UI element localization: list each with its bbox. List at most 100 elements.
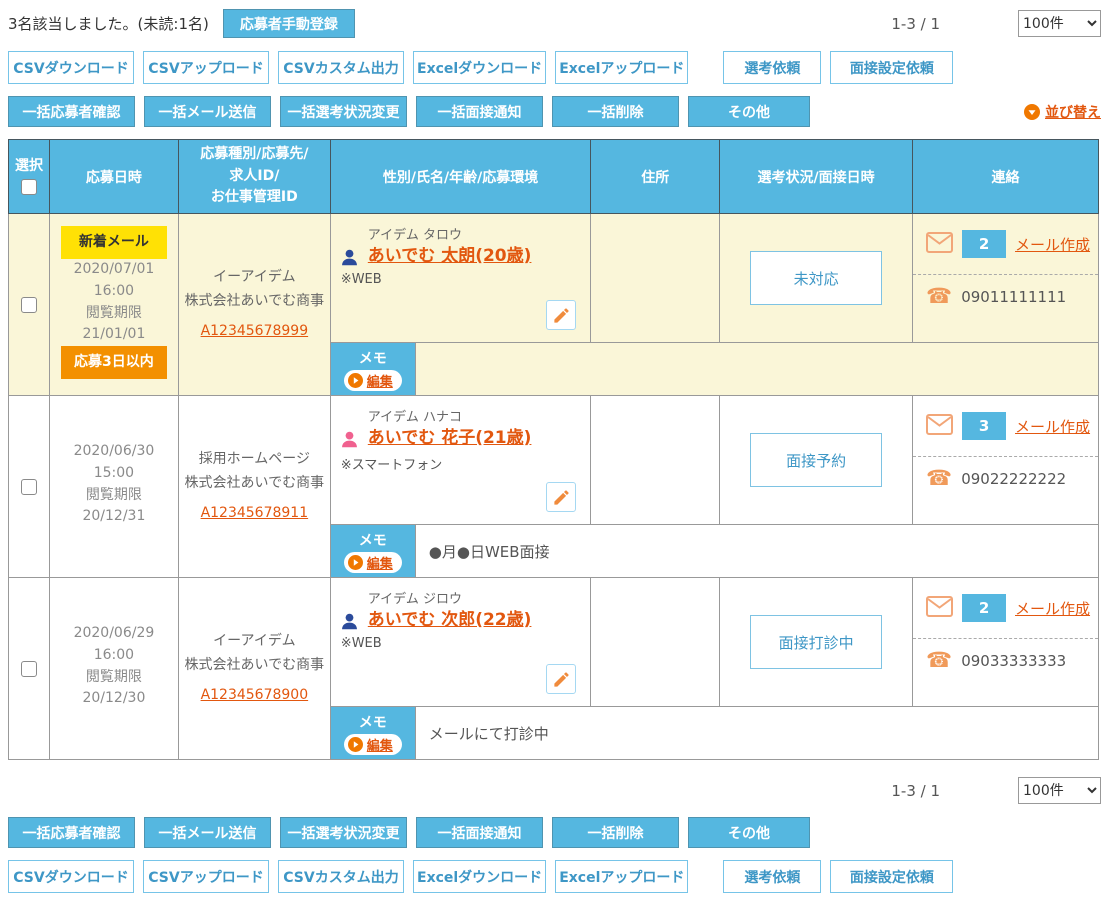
bulk-mail-send-button[interactable]: 一括メール送信 bbox=[144, 96, 271, 127]
edit-pencil-button[interactable] bbox=[546, 482, 576, 512]
per-page-select[interactable]: 100件 bbox=[1018, 10, 1101, 37]
bulk-interview-notice-button[interactable]: 一括面接通知 bbox=[416, 96, 543, 127]
edit-pencil-button[interactable] bbox=[546, 664, 576, 694]
memo-label: メモ bbox=[359, 348, 387, 368]
bulk-button-row-top: 一括応募者確認 一括メール送信 一括選考状況変更 一括面接通知 一括削除 その他… bbox=[8, 96, 1101, 127]
memo-text bbox=[416, 343, 1098, 395]
others-button[interactable]: その他 bbox=[688, 96, 810, 127]
mail-icon bbox=[926, 232, 953, 257]
mail-count-badge[interactable]: 2 bbox=[962, 594, 1006, 622]
job-id-link[interactable]: A12345678900 bbox=[201, 684, 309, 707]
mail-count-badge[interactable]: 3 bbox=[962, 412, 1006, 440]
csv-upload-button-bottom[interactable]: CSVアップロード bbox=[143, 860, 269, 893]
applied-time: 16:00 bbox=[74, 645, 155, 667]
recent-apply-badge: 応募3日以内 bbox=[61, 346, 167, 379]
applicant-name-link[interactable]: あいでむ 花子(21歳) bbox=[368, 428, 532, 448]
job-id-link[interactable]: A12345678911 bbox=[201, 502, 309, 525]
select-all-checkbox[interactable] bbox=[21, 179, 37, 195]
applicant-name-link[interactable]: あいでむ 次郎(22歳) bbox=[368, 610, 532, 630]
memo-edit-button[interactable]: 編集 bbox=[344, 552, 402, 573]
view-limit-label: 閲覧期限 bbox=[74, 667, 155, 689]
apply-type-cell: 採用ホームページ 株式会社あいでむ商事 A12345678911 bbox=[178, 396, 330, 578]
memo-cell: メモ 編集 メールにて打診中 bbox=[330, 707, 1098, 760]
bulk-status-change-button[interactable]: 一括選考状況変更 bbox=[280, 96, 407, 127]
per-page-select-bottom[interactable]: 100件 bbox=[1018, 777, 1101, 804]
view-limit-label: 閲覧期限 bbox=[74, 303, 155, 325]
pencil-icon bbox=[552, 488, 571, 507]
interview-setting-request-button-bottom[interactable]: 面接設定依頼 bbox=[830, 860, 953, 893]
bulk-interview-notice-button-bottom[interactable]: 一括面接通知 bbox=[416, 817, 543, 848]
apply-environment: ※WEB bbox=[341, 272, 581, 287]
memo-edit-button[interactable]: 編集 bbox=[344, 370, 402, 391]
excel-upload-button[interactable]: Excelアップロード bbox=[555, 51, 688, 84]
memo-text: メールにて打診中 bbox=[416, 707, 1098, 759]
apply-date-cell: 2020/06/29 16:00 閲覧期限 20/12/30 bbox=[49, 578, 178, 760]
result-count-text: 3名該当しました。(未読:1名) bbox=[8, 13, 209, 34]
bulk-applicant-confirm-button-bottom[interactable]: 一括応募者確認 bbox=[8, 817, 135, 848]
applicant-name-link[interactable]: あいでむ 太朗(20歳) bbox=[368, 246, 532, 266]
excel-download-button[interactable]: Excelダウンロード bbox=[413, 51, 546, 84]
bulk-applicant-confirm-button[interactable]: 一括応募者確認 bbox=[8, 96, 135, 127]
mail-create-link[interactable]: メール作成 bbox=[1015, 234, 1090, 255]
mail-icon bbox=[926, 414, 953, 439]
csv-button-row-top: CSVダウンロード CSVアップロード CSVカスタム出力 Excelダウンロー… bbox=[8, 51, 1101, 84]
col-header-person: 性別/氏名/年齢/応募環境 bbox=[330, 140, 591, 214]
contact-cell: 2 メール作成 ☎ 09011111111 bbox=[913, 214, 1099, 343]
select-cell bbox=[9, 214, 50, 396]
bottom-pagination-bar: 1-3 / 1 100件 bbox=[8, 777, 1101, 804]
pencil-icon bbox=[552, 306, 571, 325]
job-id-link[interactable]: A12345678999 bbox=[201, 320, 309, 343]
select-cell bbox=[9, 578, 50, 760]
edit-play-icon bbox=[348, 737, 363, 752]
mail-create-link[interactable]: メール作成 bbox=[1015, 416, 1090, 437]
memo-text: ●月●日WEB面接 bbox=[416, 525, 1098, 577]
person-cell: アイデム タロウ あいでむ 太朗(20歳) ※WEB bbox=[330, 214, 591, 343]
address-cell bbox=[591, 214, 720, 343]
memo-edit-button[interactable]: 編集 bbox=[344, 734, 402, 755]
apply-type: イーアイデム bbox=[180, 266, 329, 289]
csv-custom-export-button-bottom[interactable]: CSVカスタム出力 bbox=[278, 860, 404, 893]
excel-upload-button-bottom[interactable]: Excelアップロード bbox=[555, 860, 688, 893]
edit-play-icon bbox=[348, 555, 363, 570]
selection-request-button-bottom[interactable]: 選考依頼 bbox=[723, 860, 821, 893]
address-cell bbox=[591, 578, 720, 707]
status-cell: 面接予約 bbox=[720, 396, 913, 525]
view-limit-date: 20/12/30 bbox=[74, 688, 155, 710]
row-checkbox[interactable] bbox=[21, 661, 37, 677]
row-checkbox[interactable] bbox=[21, 479, 37, 495]
phone-number: 09011111111 bbox=[961, 288, 1066, 306]
applicant-row: 2020/06/29 16:00 閲覧期限 20/12/30 イーアイデム 株式… bbox=[9, 578, 1099, 707]
applicant-list-page: 3名該当しました。(未読:1名) 応募者手動登録 1-3 / 1 100件 CS… bbox=[0, 0, 1109, 907]
edit-pencil-button[interactable] bbox=[546, 300, 576, 330]
bulk-status-change-button-bottom[interactable]: 一括選考状況変更 bbox=[280, 817, 407, 848]
person-cell: アイデム ハナコ あいでむ 花子(21歳) ※スマートフォン bbox=[330, 396, 591, 525]
person-cell: アイデム ジロウ あいでむ 次郎(22歳) ※WEB bbox=[330, 578, 591, 707]
selection-request-button[interactable]: 選考依頼 bbox=[723, 51, 821, 84]
memo-cell: メモ 編集 ●月●日WEB面接 bbox=[330, 525, 1098, 578]
company-name: 株式会社あいでむ商事 bbox=[180, 654, 329, 677]
person-icon bbox=[341, 249, 358, 266]
others-button-bottom[interactable]: その他 bbox=[688, 817, 810, 848]
excel-download-button-bottom[interactable]: Excelダウンロード bbox=[413, 860, 546, 893]
bulk-mail-send-button-bottom[interactable]: 一括メール送信 bbox=[144, 817, 271, 848]
phone-icon: ☎ bbox=[926, 286, 952, 307]
applicant-row: 新着メール 2020/07/01 16:00 閲覧期限 21/01/01 応募3… bbox=[9, 214, 1099, 343]
interview-setting-request-button[interactable]: 面接設定依頼 bbox=[830, 51, 953, 84]
mail-count-badge[interactable]: 2 bbox=[962, 230, 1006, 258]
csv-download-button[interactable]: CSVダウンロード bbox=[8, 51, 134, 84]
sort-link[interactable]: 並び替え bbox=[1024, 102, 1101, 122]
manual-register-button[interactable]: 応募者手動登録 bbox=[223, 9, 355, 38]
sort-icon bbox=[1024, 104, 1040, 120]
bulk-delete-button-bottom[interactable]: 一括削除 bbox=[552, 817, 679, 848]
bulk-button-row-bottom: 一括応募者確認 一括メール送信 一括選考状況変更 一括面接通知 一括削除 その他 bbox=[8, 817, 1101, 848]
contact-cell: 2 メール作成 ☎ 09033333333 bbox=[913, 578, 1099, 707]
selection-status-box[interactable]: 面接予約 bbox=[750, 433, 882, 487]
csv-download-button-bottom[interactable]: CSVダウンロード bbox=[8, 860, 134, 893]
csv-custom-export-button[interactable]: CSVカスタム出力 bbox=[278, 51, 404, 84]
row-checkbox[interactable] bbox=[21, 297, 37, 313]
csv-upload-button[interactable]: CSVアップロード bbox=[143, 51, 269, 84]
selection-status-box[interactable]: 未対応 bbox=[750, 251, 882, 305]
bulk-delete-button[interactable]: 一括削除 bbox=[552, 96, 679, 127]
selection-status-box[interactable]: 面接打診中 bbox=[750, 615, 882, 669]
mail-create-link[interactable]: メール作成 bbox=[1015, 598, 1090, 619]
